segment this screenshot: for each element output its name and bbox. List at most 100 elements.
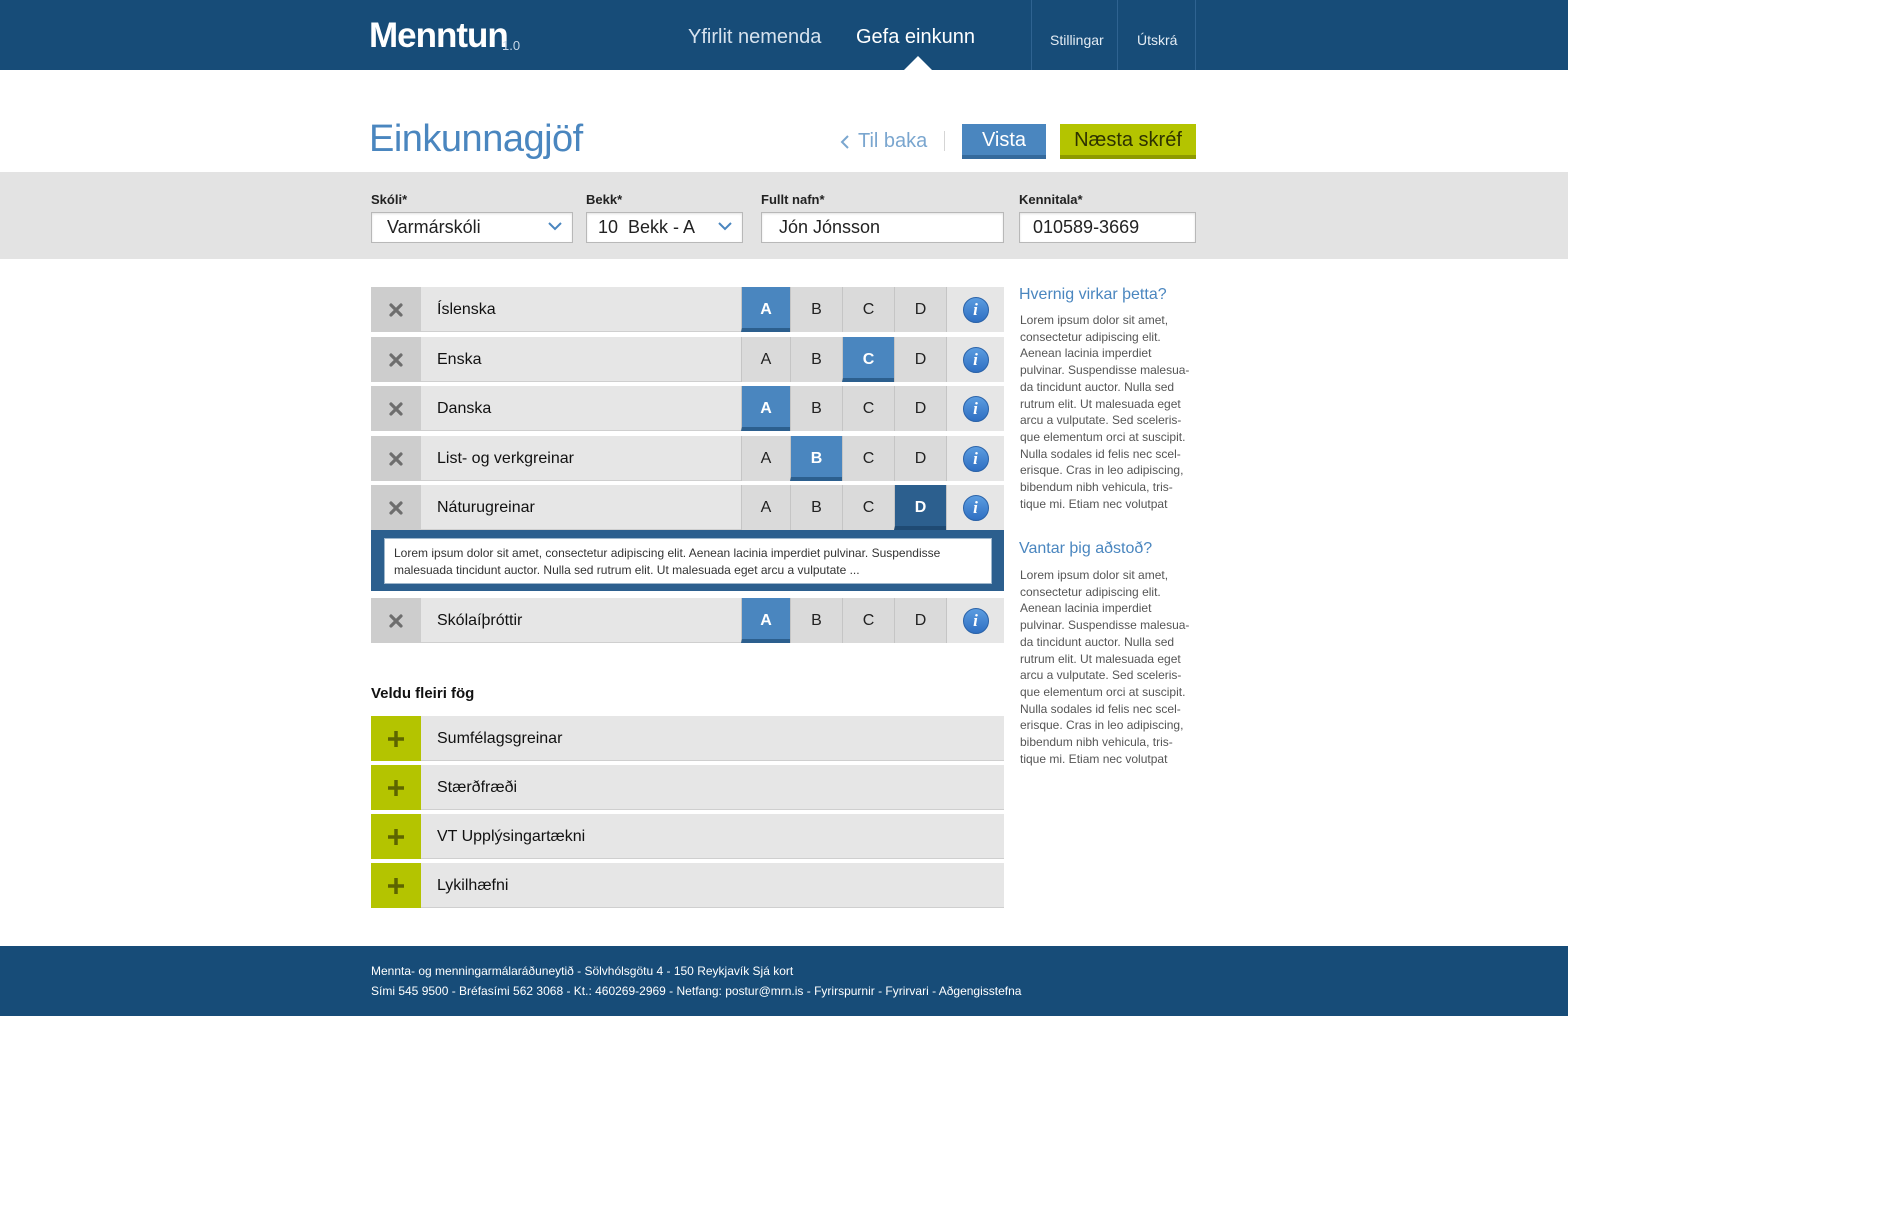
subject-info-button[interactable]: i: [946, 386, 1004, 431]
add-subject-name: Stærðfræði: [437, 779, 518, 796]
grade-option-d[interactable]: D: [894, 337, 946, 382]
close-icon: [389, 613, 403, 628]
app-version: 1.0: [502, 38, 521, 53]
grade-option-c[interactable]: C: [842, 337, 894, 382]
add-subject-row[interactable]: VT Upplýsingartækni: [371, 814, 1004, 859]
more-subjects-title: Veldu fleiri fög: [371, 685, 475, 702]
grade-option-d[interactable]: D: [894, 287, 946, 332]
sidebar-text-line: da tincidunt auctor. Nulla sed: [1020, 379, 1175, 394]
nav-student-overview[interactable]: Yfirlit nemenda: [688, 26, 821, 49]
remove-subject-button[interactable]: [371, 337, 421, 382]
info-icon: i: [962, 445, 989, 472]
chevron-down-icon: [548, 222, 562, 231]
logout-link[interactable]: Útskrá: [1137, 32, 1177, 48]
class-select[interactable]: 10 Bekk - A: [586, 212, 743, 243]
plus-icon: [388, 877, 404, 894]
info-icon: i: [962, 395, 989, 422]
remove-subject-button[interactable]: [371, 598, 421, 643]
add-subject-name: Sumfélagsgreinar: [437, 730, 563, 747]
active-nav-indicator: [904, 56, 932, 70]
info-icon: i: [962, 296, 989, 323]
ssn-input[interactable]: 010589-3669: [1019, 212, 1196, 243]
sidebar-text-line: que elementum orci at suscipit.: [1020, 429, 1186, 444]
sidebar-text-line: erisque. Cras in leo adipiscing,: [1020, 463, 1184, 478]
back-link-label: Til baka: [858, 130, 928, 152]
grade-option-b[interactable]: B: [790, 287, 842, 332]
grade-option-a[interactable]: A: [741, 337, 790, 382]
add-subject-row[interactable]: Stærðfræði: [371, 765, 1004, 810]
grade-option-a[interactable]: A: [741, 598, 790, 643]
comment-textarea[interactable]: Lorem ipsum dolor sit amet, consectetur …: [384, 538, 992, 584]
close-icon: [389, 500, 403, 515]
subject-info-button[interactable]: i: [946, 287, 1004, 332]
remove-subject-button[interactable]: [371, 386, 421, 431]
grade-option-c[interactable]: C: [842, 436, 894, 481]
add-subject-button[interactable]: [371, 765, 421, 810]
grade-option-b[interactable]: B: [790, 337, 842, 382]
sidebar-text-line: Nulla sodales id felis nec scel-: [1020, 701, 1181, 716]
settings-link[interactable]: Stillingar: [1050, 32, 1104, 48]
full-name-input[interactable]: Jón Jónsson: [761, 212, 1004, 243]
school-select[interactable]: Varmárskóli: [371, 212, 573, 243]
add-subject-row[interactable]: Sumfélagsgreinar: [371, 716, 1004, 761]
sidebar-text-line: pulvinar. Suspendisse malesua-: [1020, 363, 1190, 378]
sidebar-text-line: tique mi. Etiam nec volutpat: [1020, 496, 1168, 511]
grade-option-d[interactable]: D: [894, 485, 946, 530]
grade-option-b[interactable]: B: [790, 436, 842, 481]
close-icon: [389, 401, 403, 416]
remove-subject-button[interactable]: [371, 287, 421, 332]
save-button[interactable]: Vista: [962, 124, 1046, 159]
grade-option-d[interactable]: D: [894, 598, 946, 643]
remove-subject-button[interactable]: [371, 485, 421, 530]
grade-option-b[interactable]: B: [790, 485, 842, 530]
nav-divider: [1117, 0, 1118, 70]
plus-icon: [388, 828, 404, 845]
how-it-works-text: Lorem ipsum dolor sit amet, consectetur a…: [1020, 312, 1202, 512]
grade-option-d[interactable]: D: [894, 386, 946, 431]
remove-subject-button[interactable]: [371, 436, 421, 481]
subject-info-button[interactable]: i: [946, 436, 1004, 481]
footer-contact: Sími 545 9500 - Bréfasími 562 3068 - Kt.…: [371, 984, 1022, 998]
sidebar-text-line: Lorem ipsum dolor sit amet,: [1020, 313, 1169, 327]
ssn-label: Kennitala*: [1019, 192, 1083, 207]
add-subject-row[interactable]: Lykilhæfni: [371, 863, 1004, 908]
sidebar-text-line: arcu a vulputate. Sed sceleris-: [1020, 668, 1182, 683]
subject-name: Enska: [437, 351, 482, 368]
grade-option-a[interactable]: A: [741, 485, 790, 530]
add-subject-button[interactable]: [371, 863, 421, 908]
grade-option-b[interactable]: B: [790, 386, 842, 431]
next-step-button[interactable]: Næsta skréf: [1060, 124, 1196, 159]
close-icon: [389, 302, 403, 317]
grade-option-c[interactable]: C: [842, 386, 894, 431]
grade-option-a[interactable]: A: [741, 287, 790, 332]
subject-info-button[interactable]: i: [946, 485, 1004, 530]
add-subject-button[interactable]: [371, 716, 421, 761]
subject-info-button[interactable]: i: [946, 337, 1004, 382]
sidebar-text-line: tique mi. Etiam nec volutpat: [1020, 751, 1168, 766]
school-select-value: Varmárskóli: [387, 217, 481, 237]
grade-option-a[interactable]: A: [741, 386, 790, 431]
need-help-text: Lorem ipsum dolor sit amet, consectetur a…: [1020, 567, 1202, 767]
subject-name: Danska: [437, 400, 492, 417]
grade-option-b[interactable]: B: [790, 598, 842, 643]
add-subject-name: VT Upplýsingartækni: [437, 828, 586, 845]
sidebar-text-line: Lorem ipsum dolor sit amet,: [1020, 568, 1169, 582]
grade-option-a[interactable]: A: [741, 436, 790, 481]
class-select-value: 10 Bekk - A: [598, 217, 696, 237]
subject-row: Enska A B C Di: [371, 337, 1004, 382]
plus-icon: [388, 779, 404, 796]
app-logo[interactable]: Menntun: [369, 16, 509, 56]
class-label: Bekk*: [586, 192, 623, 207]
grade-option-c[interactable]: C: [842, 598, 894, 643]
subject-row: Danska A B C Di: [371, 386, 1004, 431]
subject-info-button[interactable]: i: [946, 598, 1004, 643]
grade-option-c[interactable]: C: [842, 485, 894, 530]
grade-option-c[interactable]: C: [842, 287, 894, 332]
sidebar-text-line: Aenean lacinia imperdiet: [1020, 346, 1152, 361]
nav-give-grade[interactable]: Gefa einkunn: [856, 26, 975, 49]
footer-address: Mennta- og menningarmálaráðuneytið - Söl…: [371, 964, 794, 978]
info-icon: i: [962, 346, 989, 373]
add-subject-button[interactable]: [371, 814, 421, 859]
grade-option-d[interactable]: D: [894, 436, 946, 481]
back-link[interactable]: Til baka: [840, 130, 927, 153]
